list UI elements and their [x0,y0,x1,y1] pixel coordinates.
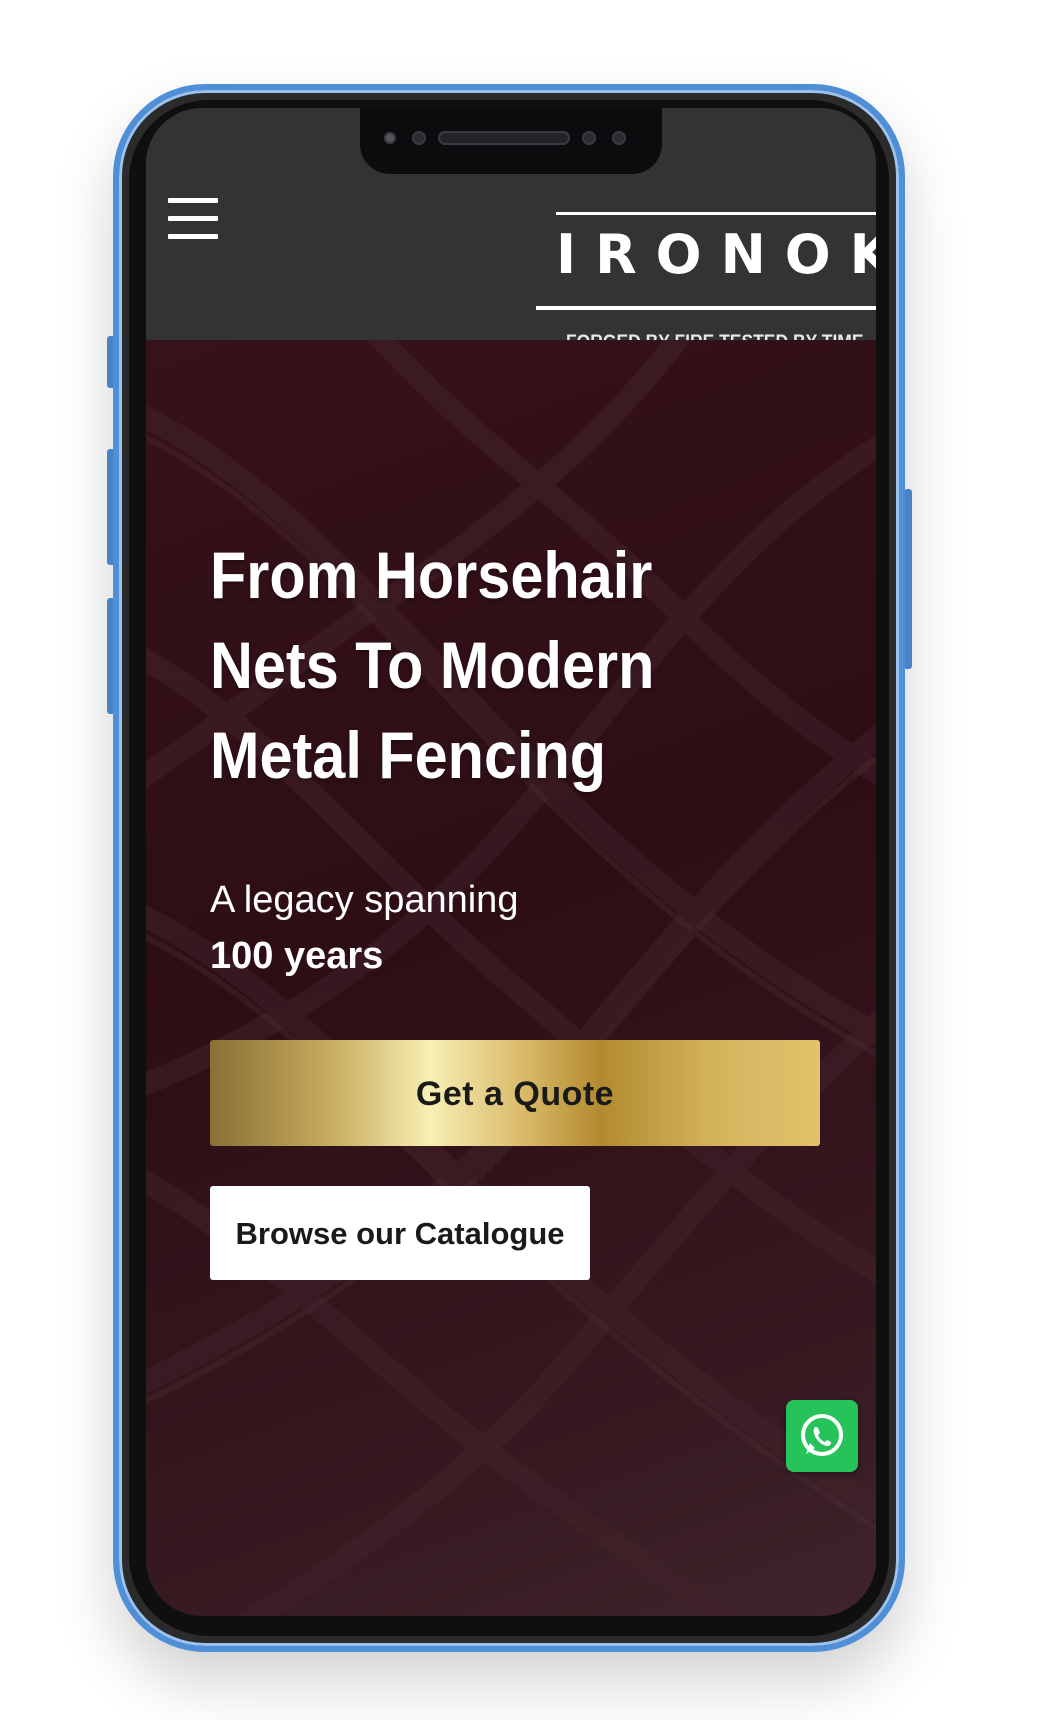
front-camera [612,131,626,145]
hero-subtitle-line: A legacy spanning [210,879,519,921]
menu-bar [168,198,218,203]
whatsapp-glyph [801,1414,843,1456]
sensor-dot [412,131,426,145]
logo-rule [556,212,876,215]
hero-subtitle-highlight: 100 years [210,935,384,977]
menu-bar [168,216,218,221]
hamburger-menu-icon[interactable] [168,198,220,240]
menu-bar [168,234,218,239]
whatsapp-icon[interactable] [786,1400,858,1472]
phone-notch [360,108,662,174]
logo-underline [536,306,876,310]
sensor-dot [582,131,596,145]
proximity-sensor [384,132,396,144]
browse-catalogue-button[interactable]: Browse our Catalogue [210,1186,590,1280]
earpiece-speaker [438,131,570,145]
hero-title: From Horsehair Nets To Modern Metal Fenc… [210,538,655,792]
hero-section: From Horsehair Nets To Modern Metal Fenc… [146,340,876,1616]
hero-subtitle: A legacy spanning 100 years [210,872,518,984]
stage: IRONOK FORGED BY FIRE TESTED BY TIME [0,0,1039,1720]
brand-logo[interactable]: IRONOK FORGED BY FIRE TESTED BY TIME [536,160,876,353]
phone-screen: IRONOK FORGED BY FIRE TESTED BY TIME [146,108,876,1616]
phone-power-button [904,489,912,669]
logo-wordmark: IRONOK [556,223,876,286]
get-a-quote-button[interactable]: Get a Quote [210,1040,820,1146]
